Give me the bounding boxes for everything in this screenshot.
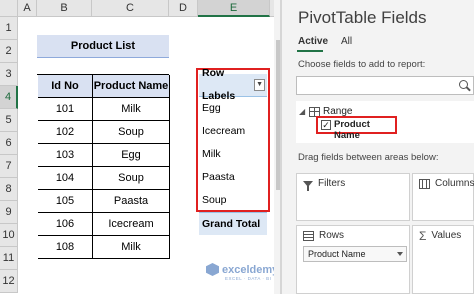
table-cell[interactable]: 101 [38,98,93,121]
field-list: ◢ Range ✓ Product Name [296,101,474,143]
column-header-e[interactable]: E [198,0,270,17]
row-header-12[interactable]: 12 [0,270,18,293]
field-checkbox[interactable]: ✓ [321,120,331,130]
panel-title: PivotTable Fields [298,8,427,27]
table-cell[interactable]: Soup [93,167,170,190]
rows-label: Rows [319,230,345,241]
row-header-10[interactable]: 10 [0,224,18,247]
table-cell[interactable]: Icecream [93,213,170,236]
columns-label: Columns [435,178,474,189]
collapse-arrow-icon[interactable]: ◢ [299,107,305,116]
row-header-5[interactable]: 5 [0,109,18,132]
field-label: Product Name [334,119,370,141]
search-icon [459,80,468,89]
sigma-icon: Σ [419,228,427,243]
table-header-id[interactable]: Id No [38,75,93,98]
row-header-4[interactable]: 4 [0,86,18,109]
product-table: Id No Product Name 101 Milk 102 Soup 103… [37,74,170,259]
filters-label: Filters [318,178,346,189]
drag-fields-text: Drag fields between areas below: [298,152,439,163]
column-header-d[interactable]: D [169,0,198,17]
tab-all[interactable]: All [341,36,352,47]
field-search-input[interactable] [296,76,474,95]
pivot-item[interactable]: Milk [199,143,267,166]
column-header-a[interactable]: A [18,0,37,17]
watermark-tagline: EXCEL · DATA · BI [225,276,272,281]
row-header-9[interactable]: 9 [0,201,18,224]
row-header-11[interactable]: 11 [0,247,18,270]
choose-fields-text: Choose fields to add to report: [298,59,426,70]
pivot-fields-panel: PivotTable Fields Active All Choose fiel… [282,0,474,294]
table-cell[interactable]: 104 [38,167,93,190]
column-header-b[interactable]: B [37,0,92,17]
active-tab-indicator [297,50,323,52]
filters-area[interactable]: Filters [296,173,410,221]
rows-chip-label: Product Name [308,249,366,259]
columns-icon [419,178,430,189]
tab-active[interactable]: Active [298,36,328,47]
row-header-3[interactable]: 3 [0,63,18,86]
row-header-6[interactable]: 6 [0,132,18,155]
select-all-corner[interactable] [0,0,18,17]
row-header-8[interactable]: 8 [0,178,18,201]
field-product-name[interactable]: ✓ Product Name [316,116,397,141]
pivot-item[interactable]: Soup [199,189,267,212]
table-cell[interactable]: Soup [93,121,170,144]
table-cell[interactable]: Egg [93,144,170,167]
pivot-item[interactable]: Paasta [199,166,267,189]
table-cell[interactable]: 102 [38,121,93,144]
row-header-1[interactable]: 1 [0,17,18,40]
product-list-title[interactable]: Product List [37,35,169,58]
watermark-brand: exceldemy [222,263,279,276]
filter-icon [303,180,313,191]
pivot-item[interactable]: Icecream [199,120,267,143]
column-header-c[interactable]: C [92,0,169,17]
columns-area[interactable]: Columns [412,173,474,221]
values-area[interactable]: Σ Values [412,225,474,294]
filter-dropdown-icon[interactable]: ▼ [254,79,265,91]
exceldemy-watermark: exceldemy EXCEL · DATA · BI [206,263,279,281]
table-cell[interactable]: Paasta [93,190,170,213]
table-cell[interactable]: Milk [93,236,170,259]
table-cell[interactable]: 108 [38,236,93,259]
rows-field-chip[interactable]: Product Name [303,246,407,262]
values-label: Values [431,230,462,241]
table-cell[interactable]: Milk [93,98,170,121]
pivot-row-labels-header[interactable]: Row Labels ▼ [199,67,267,102]
pivot-grand-total[interactable]: Grand Total [199,212,267,235]
rows-area[interactable]: Rows Product Name [296,225,410,294]
table-cell[interactable]: 103 [38,144,93,167]
row-header-7[interactable]: 7 [0,155,18,178]
exceldemy-logo-icon [206,263,219,276]
table-cell[interactable]: 106 [38,213,93,236]
row-header-2[interactable]: 2 [0,40,18,63]
rows-icon [303,230,314,241]
pivot-table: Row Labels ▼ Egg Icecream Milk Paasta So… [199,67,267,235]
table-cell[interactable]: 105 [38,190,93,213]
table-header-product[interactable]: Product Name [93,75,170,98]
chevron-down-icon[interactable] [397,252,403,256]
spreadsheet[interactable]: A B C D E 1 2 3 4 5 6 7 8 9 10 11 12 Pro… [0,0,282,294]
